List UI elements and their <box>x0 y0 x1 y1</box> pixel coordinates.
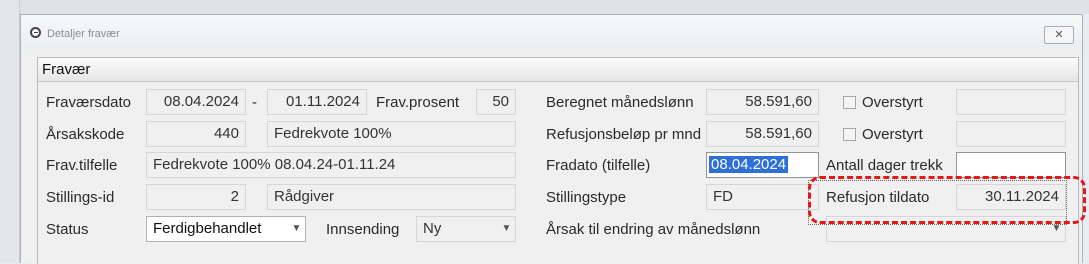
fravaersdato-to-field[interactable]: 01.11.2024 <box>267 89 367 115</box>
stillingsid-label: Stillings-id <box>46 189 115 206</box>
fravaersdato-label: Fraværsdato <box>46 94 132 111</box>
overstyrt-1-checkbox[interactable] <box>843 96 856 109</box>
overstyrt-2-field[interactable] <box>956 121 1066 147</box>
stillingstype-field[interactable]: FD <box>706 184 819 210</box>
parent-window-edge <box>0 0 20 263</box>
fravaersdato-from-field[interactable]: 08.04.2024 <box>146 89 246 115</box>
chevron-down-icon: ▼ <box>501 223 512 234</box>
stillingstype-label: Stillingstype <box>546 189 627 206</box>
fradato-label: Fradato (tilfelle) <box>546 157 651 174</box>
panel-title: Fravær <box>42 61 91 78</box>
chevron-down-icon: ▼ <box>291 223 302 234</box>
fradato-input[interactable]: 08.04.2024 <box>706 152 819 178</box>
overstyrt-2-checkbox[interactable] <box>843 128 856 141</box>
innsending-label: Innsending <box>326 221 400 238</box>
status-dropdown[interactable]: Ferdigbehandlet ▼ <box>146 216 306 242</box>
fravprosent-field[interactable]: 50 <box>476 89 516 115</box>
fradato-selected-text: 08.04.2024 <box>709 156 789 173</box>
app-logo-icon <box>30 27 41 38</box>
red-highlight-annotation <box>808 176 1086 224</box>
refusjonsbelop-field[interactable]: 58.591,60 <box>706 121 819 147</box>
stillingsid-text-field[interactable]: Rådgiver <box>267 184 516 210</box>
status-label: Status <box>46 221 89 238</box>
arsak-endring-label: Årsak til endring av månedslønn <box>546 221 761 238</box>
beregnet-manedslonn-field[interactable]: 58.591,60 <box>706 89 819 115</box>
panel-header: Fravær <box>38 58 1078 82</box>
overstyrt-1-field[interactable] <box>956 89 1066 115</box>
date-range-dash: - <box>252 94 257 111</box>
antall-dager-trekk-label: Antall dager trekk <box>826 157 943 174</box>
stillingsid-field[interactable]: 2 <box>146 184 246 210</box>
title-bar: Detaljer fravær ✕ <box>21 15 1082 49</box>
close-button[interactable]: ✕ <box>1044 26 1074 44</box>
overstyrt-2-label: Overstyrt <box>862 126 923 143</box>
arsakskode-text-field[interactable]: Fedrekvote 100% <box>267 121 516 147</box>
antall-dager-trekk-input[interactable] <box>956 152 1066 178</box>
innsending-dropdown[interactable]: Ny ▼ <box>416 216 516 242</box>
beregnet-manedslonn-label: Beregnet månedslønn <box>546 94 694 111</box>
status-value: Ferdigbehandlet <box>153 220 262 237</box>
arsakskode-label: Årsakskode <box>46 126 125 143</box>
innsending-value: Ny <box>423 220 442 237</box>
close-icon: ✕ <box>1054 29 1064 41</box>
window-title: Detaljer fravær <box>47 28 120 40</box>
refusjonsbelop-label: Refusjonsbeløp pr mnd <box>546 126 702 143</box>
fravtilfelle-field[interactable]: Fedrekvote 100% 08.04.24-01.11.24 <box>146 152 516 178</box>
fravprosent-label: Frav.prosent <box>376 94 460 111</box>
fravtilfelle-label: Frav.tilfelle <box>46 157 118 174</box>
arsakskode-field[interactable]: 440 <box>146 121 246 147</box>
overstyrt-1-label: Overstyrt <box>862 94 923 111</box>
desktop-background <box>0 0 1089 14</box>
